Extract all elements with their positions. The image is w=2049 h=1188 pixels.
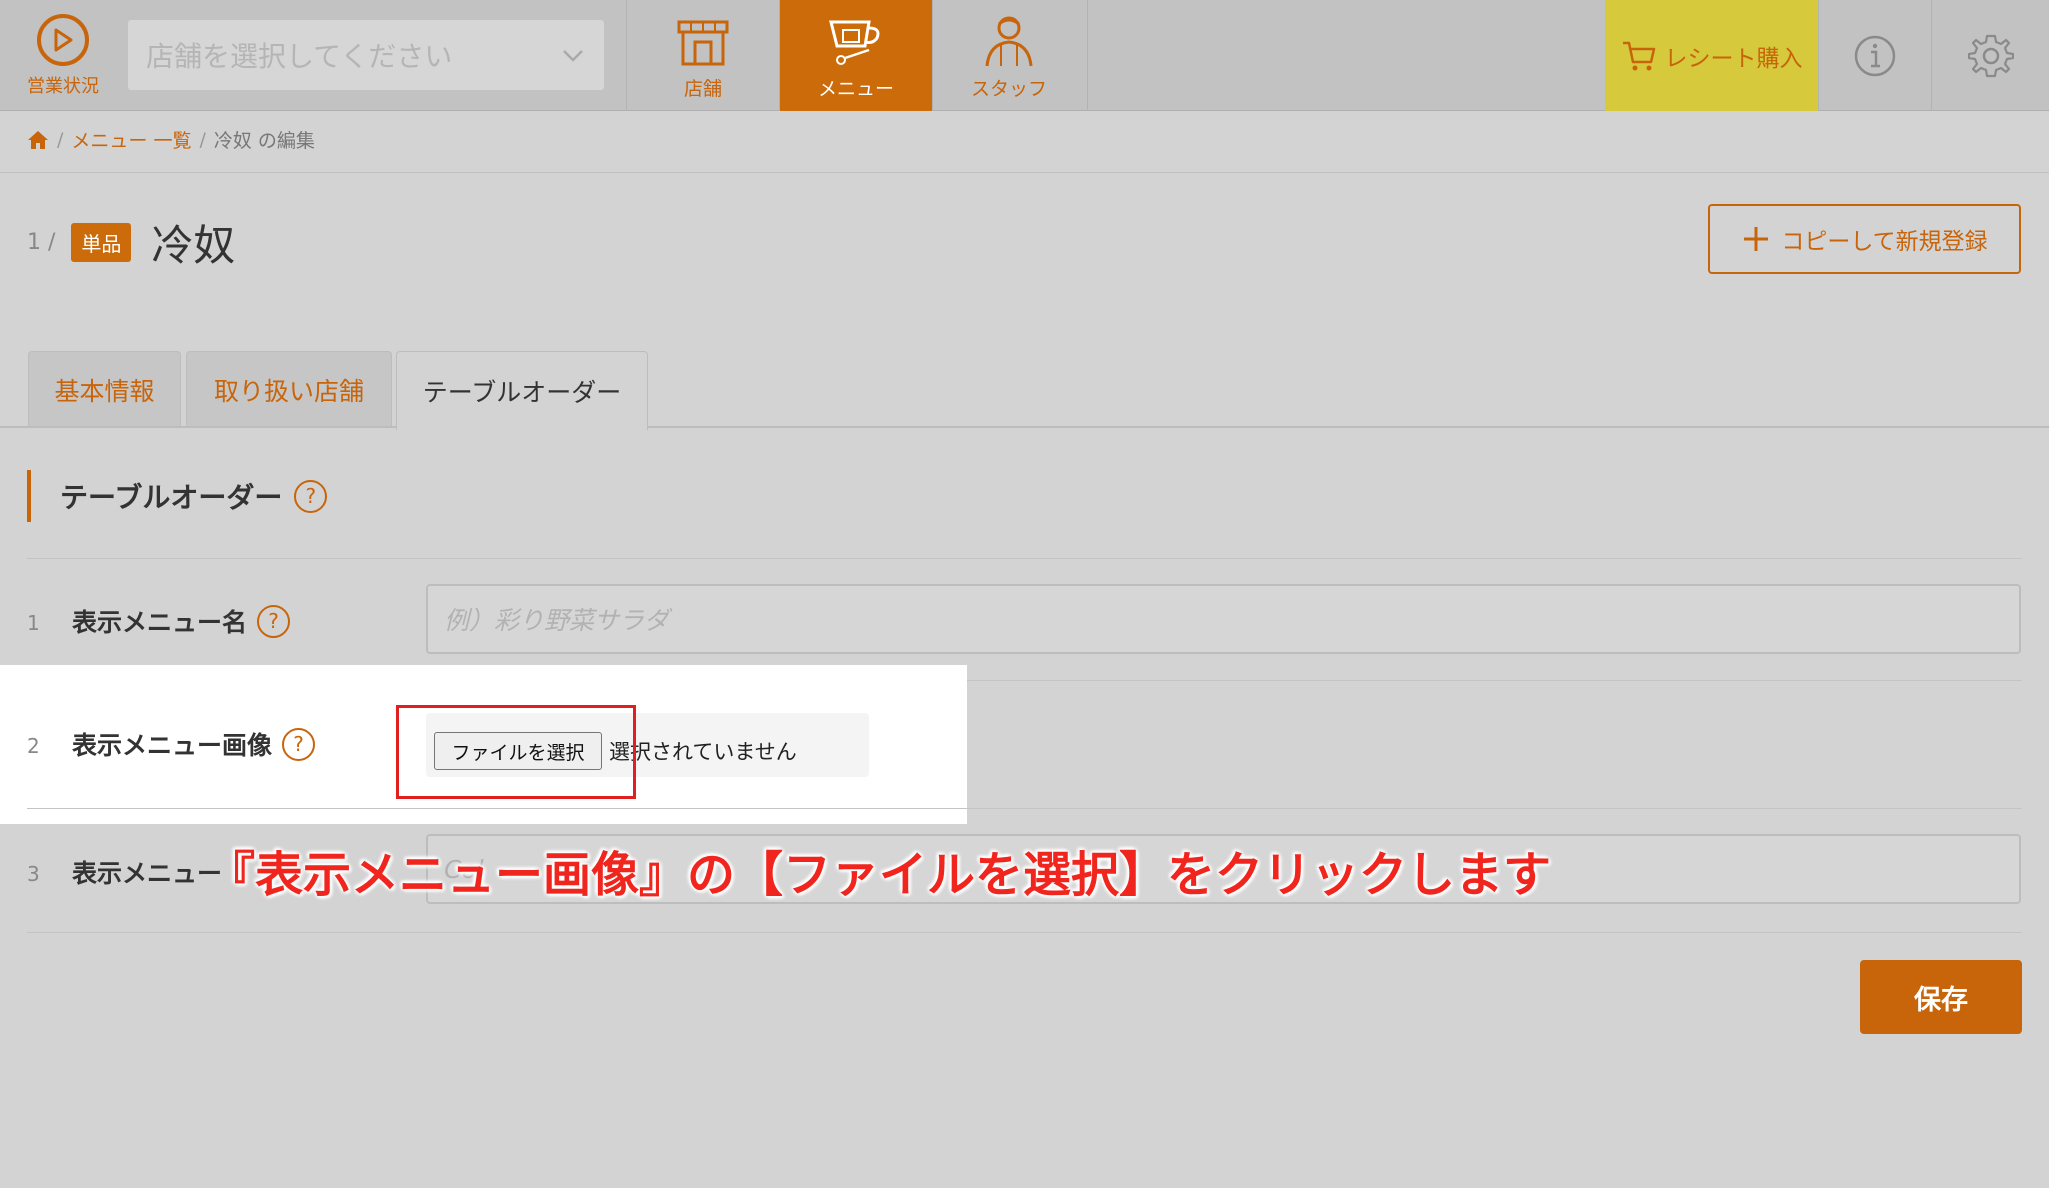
row-number: 2	[27, 734, 40, 758]
info-button[interactable]	[1818, 0, 1931, 111]
breadcrumb-current: 冷奴 の編集	[213, 130, 315, 152]
breadcrumb: / メニュー 一覧 / 冷奴 の編集	[27, 126, 315, 153]
chevron-down-icon	[563, 50, 583, 62]
copy-new-registration-button[interactable]: コピーして新規登録	[1708, 204, 2021, 274]
staff-icon	[985, 16, 1033, 67]
nav-tab-menu-label: メニュー	[817, 78, 894, 100]
help-icon[interactable]: ?	[282, 727, 316, 761]
breadcrumb-separator: /	[57, 128, 64, 151]
page-header: 1 / 単品 冷奴	[27, 212, 235, 273]
tabs-baseline	[0, 426, 2049, 428]
play-icon	[37, 13, 89, 66]
nav-tab-staff-label: スタッフ	[970, 78, 1047, 100]
section-title: テーブルオーダー ?	[27, 470, 328, 522]
gear-icon	[1967, 34, 2014, 77]
store-select-placeholder: 店舗を選択してください	[146, 40, 453, 73]
display-menu-third-label-text: 表示メニュー	[72, 859, 223, 888]
instruction-annotation: 『表示メニュー画像』の【ファイルを選択】をクリックします	[207, 847, 1552, 903]
store-select[interactable]: 店舗を選択してください	[128, 20, 604, 90]
help-icon[interactable]: ?	[257, 604, 291, 638]
item-type-badge: 単品	[71, 223, 132, 262]
display-menu-third-label: 表示メニュー	[72, 854, 222, 890]
display-menu-name-label: 表示メニュー名 ?	[72, 603, 291, 639]
top-navigation-bar: 営業状況 店舗を選択してください 店舗 メニュー スタッフ レシート購入	[0, 0, 2049, 111]
business-status-label: 営業状況	[27, 75, 99, 97]
row-divider	[27, 808, 2022, 809]
row-number: 1	[27, 611, 40, 635]
nav-tab-store[interactable]: 店舗	[626, 0, 779, 111]
plus-icon	[1744, 227, 1769, 251]
row-number: 3	[27, 862, 40, 886]
nav-tab-store-label: 店舗	[683, 78, 722, 100]
row-divider	[27, 558, 2022, 559]
nav-tab-staff[interactable]: スタッフ	[932, 0, 1085, 111]
save-button[interactable]: 保存	[1860, 960, 2022, 1034]
info-icon	[1854, 35, 1896, 76]
display-menu-image-label-text: 表示メニュー画像	[72, 731, 273, 760]
store-icon	[677, 20, 729, 66]
file-status-text: 選択されていません	[609, 740, 797, 764]
receipt-purchase-label: レシート購入	[1664, 45, 1803, 72]
display-menu-name-label-text: 表示メニュー名	[72, 608, 248, 637]
row-divider	[27, 932, 2022, 933]
breadcrumb-divider	[0, 172, 2049, 173]
highlight-box	[396, 705, 636, 799]
cart-icon	[1622, 41, 1655, 70]
breadcrumb-separator: /	[199, 128, 206, 151]
tab-basic-info[interactable]: 基本情報	[28, 351, 181, 428]
settings-button[interactable]	[1931, 0, 2049, 111]
nav-divider	[1087, 0, 1088, 111]
display-menu-name-input[interactable]: 例）彩り野菜サラダ	[426, 584, 2021, 654]
tab-handling-stores[interactable]: 取り扱い店舗	[186, 351, 392, 428]
business-status-button[interactable]: 営業状況	[0, 0, 126, 111]
section-title-text: テーブルオーダー	[60, 481, 283, 514]
breadcrumb-menu-list-link[interactable]: メニュー 一覧	[71, 126, 191, 153]
teacup-icon	[829, 20, 880, 65]
home-icon[interactable]	[27, 130, 49, 150]
receipt-purchase-button[interactable]: レシート購入	[1605, 0, 1818, 111]
display-menu-image-label: 表示メニュー画像 ?	[72, 726, 316, 762]
page-index: 1 /	[27, 230, 56, 255]
help-icon[interactable]: ?	[294, 479, 328, 513]
tab-table-order[interactable]: テーブルオーダー	[396, 351, 648, 430]
page-title: 冷奴	[151, 221, 236, 270]
nav-tab-menu[interactable]: メニュー	[779, 0, 932, 111]
copy-new-registration-label: コピーして新規登録	[1781, 229, 1988, 255]
